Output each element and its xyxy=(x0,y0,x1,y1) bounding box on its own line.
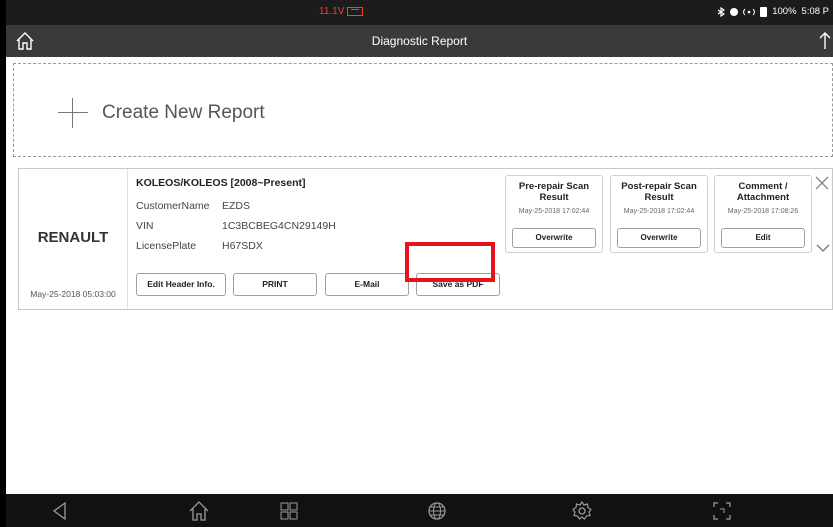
status-bar: 11.1V 100% 5:08 P xyxy=(6,0,833,25)
license-plate-label: LicensePlate xyxy=(136,240,197,252)
battery-percent: 100% xyxy=(772,6,797,17)
pre-repair-scan-title: Pre-repair Scan Result xyxy=(506,181,602,203)
post-repair-scan-title: Post-repair Scan Result xyxy=(611,181,707,203)
close-icon[interactable] xyxy=(814,175,830,191)
vehicle-model: KOLEOS/KOLEOS [2008~Present] xyxy=(136,177,306,189)
create-new-report-label: Create New Report xyxy=(102,102,265,123)
vehicle-brand: RENAULT xyxy=(37,229,109,246)
pre-repair-scan-box: Pre-repair Scan Result May-25-2018 17:02:… xyxy=(505,175,603,253)
settings-icon[interactable] xyxy=(570,499,594,523)
recent-apps-icon[interactable] xyxy=(277,499,301,523)
car-battery-icon xyxy=(347,7,364,16)
customer-name-row: CustomerName EZDS xyxy=(136,200,250,212)
clock: 5:08 P xyxy=(801,6,829,17)
pre-repair-scan-date: May-25-2018 17:02:44 xyxy=(518,208,590,215)
report-date: May-25-2018 05:03:00 xyxy=(30,289,116,299)
system-indicators: 100% 5:08 P xyxy=(717,6,829,17)
battery-icon xyxy=(760,6,768,17)
comment-edit-button[interactable]: Edit xyxy=(721,228,805,248)
brand-column: RENAULT May-25-2018 05:03:00 xyxy=(19,169,128,309)
comment-title-line1: Comment / xyxy=(738,181,788,192)
app-screen: 11.1V 100% 5:08 P Diagnostic Report Crea… xyxy=(6,0,833,527)
comment-title-line2: Attachment xyxy=(736,192,790,203)
edit-header-info-button[interactable]: Edit Header Info. xyxy=(136,273,226,296)
pre-repair-overwrite-button[interactable]: Overwrite xyxy=(512,228,596,248)
comment-attachment-date: May-25-2018 17:08:26 xyxy=(727,208,799,215)
license-plate-value: H67SDX xyxy=(222,240,263,252)
report-card[interactable]: RENAULT May-25-2018 05:03:00 KOLEOS/KOLE… xyxy=(18,168,833,310)
post-repair-overwrite-button[interactable]: Overwrite xyxy=(617,228,701,248)
customer-name-label: CustomerName xyxy=(136,200,210,212)
post-repair-title-line2: Result xyxy=(644,192,674,203)
globe-icon[interactable] xyxy=(425,499,449,523)
create-new-report-button[interactable]: Create New Report xyxy=(13,63,833,157)
bluetooth-icon xyxy=(717,6,726,17)
comment-attachment-title: Comment / Attachment xyxy=(715,181,811,203)
plus-icon xyxy=(58,98,88,128)
do-not-disturb-icon xyxy=(730,7,739,16)
email-button[interactable]: E-Mail xyxy=(325,273,409,296)
home-nav-icon[interactable] xyxy=(187,499,211,523)
vin-value: 1C3BCBEG4CN29149H xyxy=(222,220,336,232)
customer-name-value: EZDS xyxy=(222,200,251,212)
chevron-down-icon[interactable] xyxy=(816,243,830,253)
pre-repair-title-line2: Result xyxy=(539,192,569,203)
title-bar: Diagnostic Report xyxy=(6,25,833,57)
vin-row: VIN 1C3BCBEG4CN29149H xyxy=(136,220,336,232)
voltage-value: 11.1V xyxy=(319,6,345,17)
signal-icon xyxy=(743,8,756,15)
pre-repair-title-line1: Pre-repair Scan xyxy=(518,181,590,192)
navigation-bar xyxy=(6,494,833,527)
voltage-indicator: 11.1V xyxy=(319,6,364,17)
print-button[interactable]: PRINT xyxy=(233,273,317,296)
highlight-box xyxy=(405,242,495,282)
back-icon[interactable] xyxy=(48,499,72,523)
post-repair-scan-box: Post-repair Scan Result May-25-2018 17:02… xyxy=(610,175,708,253)
license-plate-row: LicensePlate H67SDX xyxy=(136,240,263,252)
comment-attachment-box: Comment / Attachment May-25-2018 17:08:26… xyxy=(714,175,812,253)
vin-label: VIN xyxy=(136,220,154,232)
post-repair-title-line1: Post-repair Scan xyxy=(621,181,697,192)
screenshot-icon[interactable] xyxy=(710,499,734,523)
upload-icon[interactable] xyxy=(813,29,833,51)
post-repair-scan-date: May-25-2018 17:02:44 xyxy=(623,208,695,215)
page-title: Diagnostic Report xyxy=(371,34,468,48)
